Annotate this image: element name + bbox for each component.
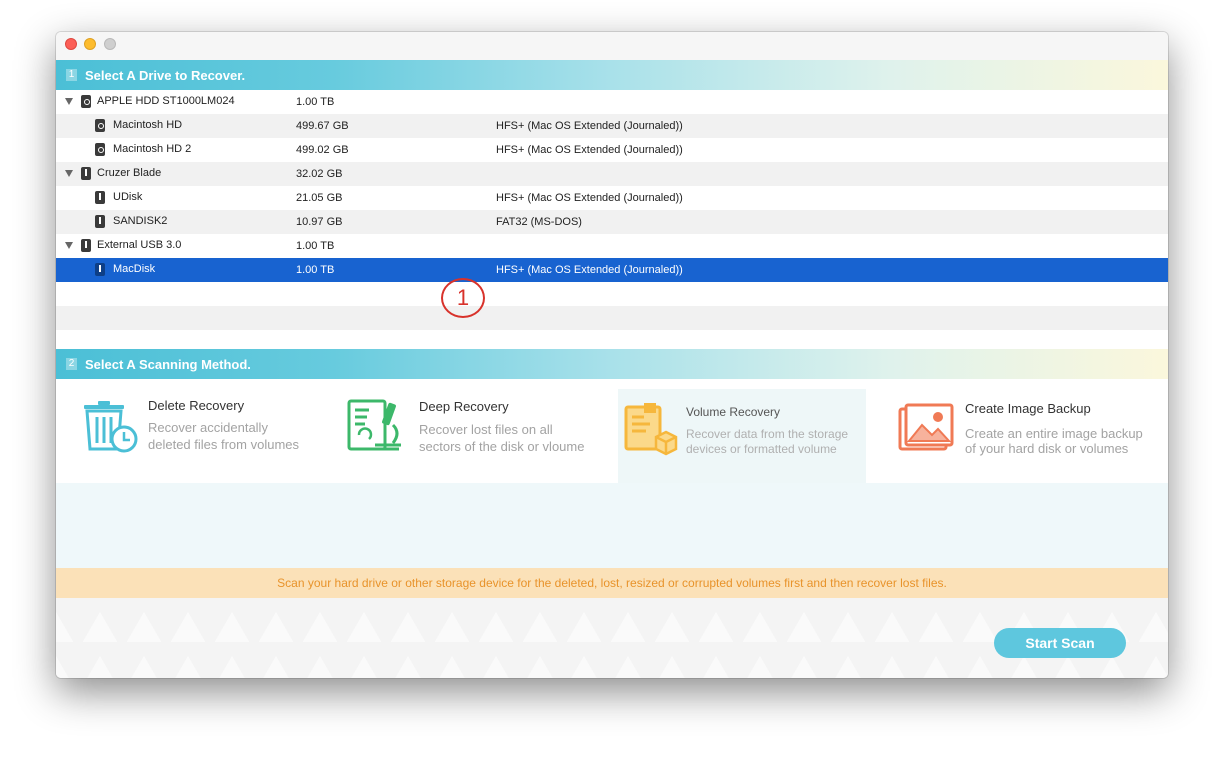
section-title: Select A Scanning Method. <box>85 357 251 372</box>
method-description: deleted files from volumes <box>148 437 300 452</box>
empty-row <box>56 306 1168 330</box>
drive-name: External USB 3.0 <box>97 239 182 251</box>
method-title: Deep Recovery <box>419 399 509 414</box>
volume-row[interactable]: SANDISK2 10.97 GB FAT32 (MS-DOS) <box>56 210 1168 234</box>
volume-filesystem: HFS+ (Mac OS Extended (Journaled)) <box>496 264 683 276</box>
usb-drive-icon <box>95 215 105 228</box>
volume-name: Macintosh HD 2 <box>113 143 192 155</box>
drive-section-header: 1 Select A Drive to Recover. <box>56 60 1168 90</box>
hard-drive-icon <box>95 143 105 156</box>
method-description: Recover data from the storage <box>686 427 849 441</box>
method-description: of your hard disk or volumes <box>965 441 1129 456</box>
section-title: Select A Drive to Recover. <box>85 68 246 83</box>
method-title: Volume Recovery <box>686 405 781 419</box>
minimize-window-button[interactable] <box>84 38 96 50</box>
drive-name: Cruzer Blade <box>97 167 162 179</box>
step-number: 1 <box>66 69 77 81</box>
drive-row[interactable]: External USB 3.0 1.00 TB <box>56 234 1168 258</box>
usb-drive-icon <box>95 191 105 204</box>
volume-name: MacDisk <box>113 263 156 275</box>
volume-row-selected[interactable]: MacDisk 1.00 TB HFS+ (Mac OS Extended (J… <box>56 258 1168 282</box>
method-description: sectors of the disk or vloume <box>419 439 585 454</box>
step-number: 2 <box>66 358 77 370</box>
microscope-icon <box>347 399 401 451</box>
volume-name: SANDISK2 <box>113 215 168 227</box>
zoom-window-button[interactable] <box>104 38 116 50</box>
drive-size: 1.00 TB <box>296 240 335 252</box>
app-window: 1 Select A Drive to Recover. APPLE HDD S… <box>56 32 1168 678</box>
close-window-button[interactable] <box>65 38 77 50</box>
drive-name: APPLE HDD ST1000LM024 <box>97 95 235 107</box>
volume-name: Macintosh HD <box>113 119 183 131</box>
drive-row[interactable]: APPLE HDD ST1000LM024 1.00 TB <box>56 90 1168 114</box>
drive-size: 1.00 TB <box>296 96 335 108</box>
method-title: Create Image Backup <box>965 401 1091 416</box>
volume-filesystem: HFS+ (Mac OS Extended (Journaled)) <box>496 120 683 132</box>
image-icon <box>898 403 954 451</box>
trash-clock-icon <box>84 401 138 453</box>
disclosure-triangle-icon[interactable] <box>65 242 73 249</box>
usb-drive-icon <box>95 263 105 276</box>
title-bar <box>56 32 1168 60</box>
drive-size: 32.02 GB <box>296 168 343 180</box>
volume-filesystem: HFS+ (Mac OS Extended (Journaled)) <box>496 144 683 156</box>
volume-size: 10.97 GB <box>296 216 343 228</box>
method-description: Recover lost files on all <box>419 422 553 437</box>
method-description: Recover accidentally <box>148 420 268 435</box>
method-title: Delete Recovery <box>148 398 245 413</box>
method-section-header: 2 Select A Scanning Method. <box>56 349 1168 379</box>
drive-list: APPLE HDD ST1000LM024 1.00 TB Macintosh … <box>56 90 1168 348</box>
method-description: devices or formatted volume <box>686 442 837 456</box>
hard-drive-icon <box>95 119 105 132</box>
hard-drive-icon <box>81 95 91 108</box>
footer: Start Scan <box>56 598 1168 678</box>
volume-recovery-option[interactable]: Volume Recovery Recover data from the st… <box>618 389 866 483</box>
volume-row[interactable]: Macintosh HD 499.67 GB HFS+ (Mac OS Exte… <box>56 114 1168 138</box>
volume-row[interactable]: Macintosh HD 2 499.02 GB HFS+ (Mac OS Ex… <box>56 138 1168 162</box>
delete-recovery-option[interactable]: Delete Recovery Recover accidentally del… <box>56 379 341 483</box>
drive-row[interactable]: Cruzer Blade 32.02 GB <box>56 162 1168 186</box>
volume-size: 21.05 GB <box>296 192 343 204</box>
create-image-backup-option[interactable]: Create Image Backup Create an entire ima… <box>866 379 1168 483</box>
volume-size: 499.67 GB <box>296 120 349 132</box>
volume-box-icon <box>624 403 678 456</box>
empty-row <box>56 282 1168 306</box>
annotation-marker: 1 <box>441 278 485 318</box>
disclosure-triangle-icon[interactable] <box>65 98 73 105</box>
scan-methods: Delete Recovery Recover accidentally del… <box>56 379 1168 483</box>
hint-bar: Scan your hard drive or other storage de… <box>56 568 1168 598</box>
volume-name: UDisk <box>113 191 143 203</box>
volume-size: 1.00 TB <box>296 264 335 276</box>
deep-recovery-option[interactable]: Deep Recovery Recover lost files on all … <box>341 379 618 483</box>
method-options-area <box>56 483 1168 568</box>
start-scan-button[interactable]: Start Scan <box>994 628 1126 658</box>
volume-filesystem: FAT32 (MS-DOS) <box>496 216 582 228</box>
volume-filesystem: HFS+ (Mac OS Extended (Journaled)) <box>496 192 683 204</box>
usb-drive-icon <box>81 239 91 252</box>
volume-size: 499.02 GB <box>296 144 349 156</box>
usb-drive-icon <box>81 167 91 180</box>
volume-row[interactable]: UDisk 21.05 GB HFS+ (Mac OS Extended (Jo… <box>56 186 1168 210</box>
disclosure-triangle-icon[interactable] <box>65 170 73 177</box>
